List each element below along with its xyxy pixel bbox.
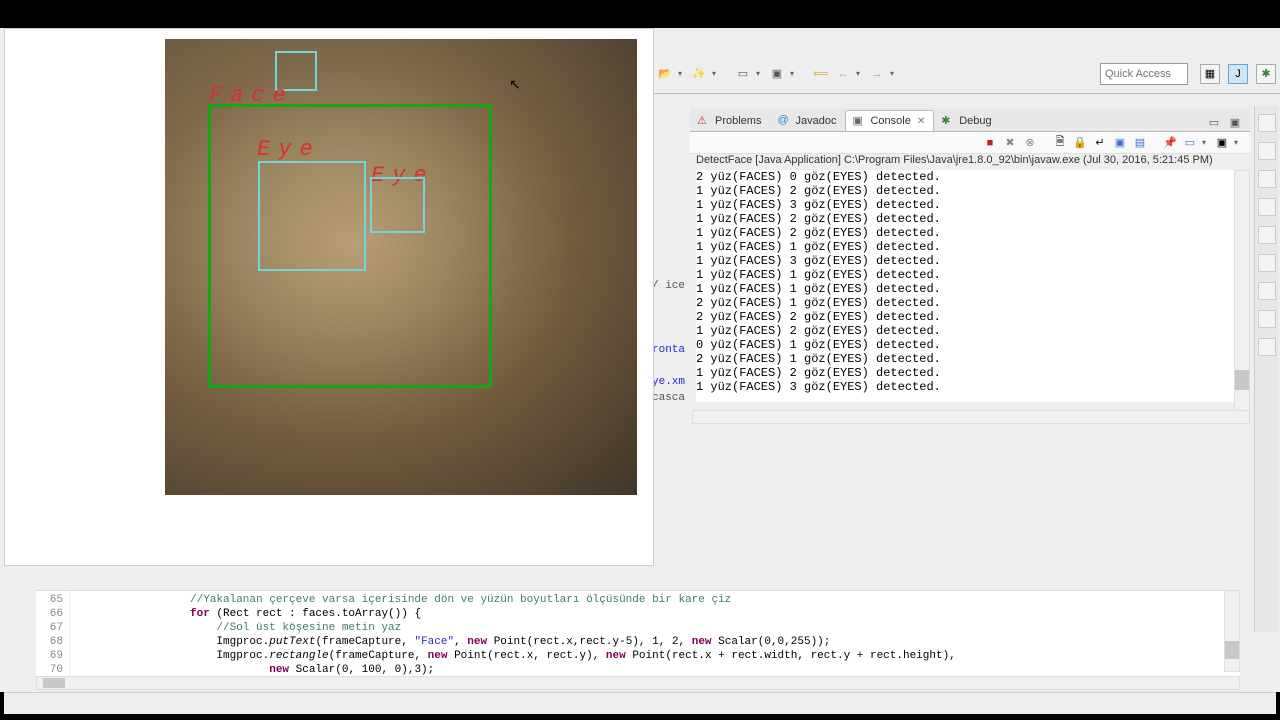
console-toolbar: ■ ✖ ⊗ 🗎 🔒 ↵ ▣ ▤ 📌 ▭▾ ▣▾ [690, 132, 1250, 154]
console-line: 1 yüz(FACES) 2 göz(EYES) detected. [696, 226, 941, 240]
show-console-on-stdout-icon[interactable]: ▣ [1112, 135, 1128, 151]
scroll-lock-icon[interactable]: 🔒 [1072, 135, 1088, 151]
trim-icon[interactable] [1258, 254, 1276, 272]
letterbox-top [0, 0, 1280, 28]
console-line: 1 yüz(FACES) 2 göz(EYES) detected. [696, 184, 941, 198]
terminate-icon[interactable]: ■ [982, 135, 998, 151]
tab-label: Problems [715, 115, 761, 127]
video-frame: Face Eye Eye ↖ [165, 39, 637, 495]
tab-label: Console [870, 115, 910, 127]
remove-launch-icon[interactable]: ✖ [1002, 135, 1018, 151]
console-process-label: DetectFace [Java Application] C:\Program… [696, 154, 1240, 166]
back-icon[interactable]: ⟸ [812, 65, 830, 83]
line-gutter: 656667686970 [36, 591, 70, 686]
javadoc-icon: @ [777, 114, 791, 128]
console-line: 0 yüz(FACES) 1 göz(EYES) detected. [696, 338, 941, 352]
editor-peek: / ice ronta ye.xm casca [652, 278, 692, 406]
line-number: 65 [36, 593, 63, 607]
code-editor[interactable]: 656667686970 //Yakalanan çerçeve varsa i… [36, 590, 1240, 686]
clear-console-icon[interactable]: 🗎 [1052, 135, 1068, 151]
right-trim-stack [1254, 106, 1278, 632]
console-horizontal-scrollbar[interactable] [692, 410, 1250, 424]
console-line: 1 yüz(FACES) 2 göz(EYES) detected. [696, 212, 941, 226]
line-number: 67 [36, 621, 63, 635]
main-toolbar: 📂▾ ✨▾ ▭▾ ▣▾ ⟸ ←▾ →▾ ▦ J ✱ [650, 54, 1280, 94]
trim-icon[interactable] [1258, 170, 1276, 188]
open-console-icon[interactable]: ▣ [1214, 135, 1230, 151]
wand-icon[interactable]: ✨ [690, 65, 708, 83]
trim-icon[interactable] [1258, 142, 1276, 160]
trim-icon[interactable] [1258, 114, 1276, 132]
quick-access-input[interactable] [1100, 63, 1188, 85]
trim-icon[interactable] [1258, 310, 1276, 328]
console-vertical-scrollbar[interactable] [1234, 170, 1250, 416]
problems-icon: ⚠ [697, 114, 711, 128]
console-line: 1 yüz(FACES) 3 göz(EYES) detected. [696, 254, 941, 268]
editor-horizontal-scrollbar[interactable] [36, 676, 1240, 690]
line-number: 70 [36, 663, 63, 677]
line-number: 66 [36, 607, 63, 621]
scrollbar-thumb[interactable] [1225, 641, 1239, 659]
bottom-view-tabs: ⚠ Problems @ Javadoc ▣ Console ✕ ✱ Debug… [690, 108, 1250, 132]
tab-javadoc[interactable]: @ Javadoc [770, 110, 845, 131]
show-console-on-stderr-icon[interactable]: ▤ [1132, 135, 1148, 151]
close-icon[interactable]: ✕ [917, 116, 925, 127]
java-perspective-icon[interactable]: J [1228, 64, 1248, 84]
trim-icon[interactable] [1258, 226, 1276, 244]
maximize-view-icon[interactable]: ▣ [1226, 113, 1244, 131]
debug-icon: ✱ [941, 114, 955, 128]
nav-forward-icon[interactable]: → [868, 65, 886, 83]
console-line: 1 yüz(FACES) 1 göz(EYES) detected. [696, 268, 941, 282]
webcam-window[interactable]: Face Eye Eye ↖ [4, 28, 654, 566]
scrollbar-thumb[interactable] [1235, 370, 1249, 390]
tab-problems[interactable]: ⚠ Problems [690, 110, 770, 131]
tab-label: Debug [959, 115, 991, 127]
console-line: 2 yüz(FACES) 1 göz(EYES) detected. [696, 352, 941, 366]
word-wrap-icon[interactable]: ↵ [1092, 135, 1108, 151]
console-line: 2 yüz(FACES) 1 göz(EYES) detected. [696, 296, 941, 310]
console-line: 1 yüz(FACES) 2 göz(EYES) detected. [696, 366, 941, 380]
console-line: 1 yüz(FACES) 2 göz(EYES) detected. [696, 324, 941, 338]
status-bar [4, 692, 1276, 714]
eye-detection-box [370, 177, 425, 233]
console-line: 1 yüz(FACES) 3 göz(EYES) detected. [696, 380, 941, 394]
open-perspective-icon[interactable]: ▦ [1200, 64, 1220, 84]
tab-label: Javadoc [795, 115, 836, 127]
line-number: 68 [36, 635, 63, 649]
code-content[interactable]: //Yakalanan çerçeve varsa içerisinde dön… [70, 591, 1240, 686]
tab-debug[interactable]: ✱ Debug [934, 110, 1000, 131]
eye-label: Eye [257, 137, 321, 162]
open-icon[interactable]: 📂 [656, 65, 674, 83]
nav-back-icon[interactable]: ← [834, 65, 852, 83]
minimize-view-icon[interactable]: ▭ [1205, 113, 1223, 131]
console-line: 2 yüz(FACES) 0 göz(EYES) detected. [696, 170, 941, 184]
pin-console-icon[interactable]: 📌 [1162, 135, 1178, 151]
editor-vertical-scrollbar[interactable] [1224, 590, 1240, 672]
package-icon[interactable]: ▣ [768, 65, 786, 83]
trim-icon[interactable] [1258, 282, 1276, 300]
console-line: 1 yüz(FACES) 1 göz(EYES) detected. [696, 240, 941, 254]
display-selected-console-icon[interactable]: ▭ [1182, 135, 1198, 151]
eye-detection-box [258, 161, 366, 271]
console-line: 1 yüz(FACES) 1 göz(EYES) detected. [696, 282, 941, 296]
trim-icon[interactable] [1258, 198, 1276, 216]
remove-all-icon[interactable]: ⊗ [1022, 135, 1038, 151]
console-icon: ▣ [852, 114, 866, 128]
mouse-cursor-icon: ↖ [509, 76, 521, 93]
console-line: 1 yüz(FACES) 3 göz(EYES) detected. [696, 198, 941, 212]
debug-perspective-icon[interactable]: ✱ [1256, 64, 1276, 84]
tab-console[interactable]: ▣ Console ✕ [845, 110, 934, 131]
line-number: 69 [36, 649, 63, 663]
scrollbar-thumb[interactable] [43, 678, 65, 688]
console-line: 2 yüz(FACES) 2 göz(EYES) detected. [696, 310, 941, 324]
new-icon[interactable]: ▭ [734, 65, 752, 83]
console-output[interactable]: 2 yüz(FACES) 0 göz(EYES) detected. 1 yüz… [696, 170, 1240, 402]
trim-icon[interactable] [1258, 338, 1276, 356]
